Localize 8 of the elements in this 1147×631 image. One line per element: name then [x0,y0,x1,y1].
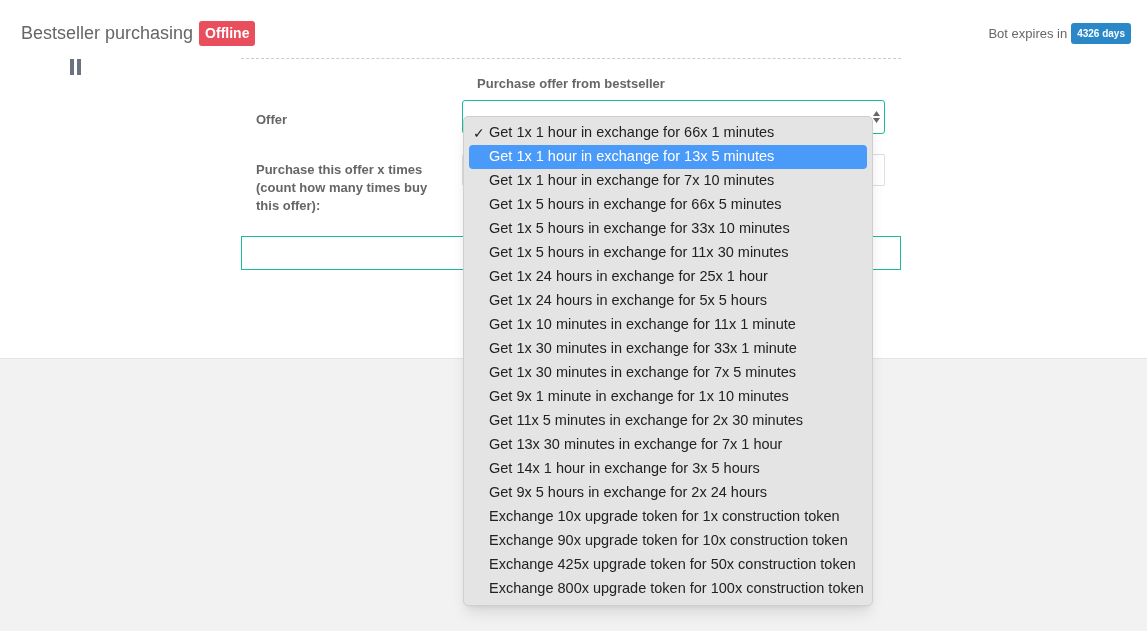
times-label: Purchase this offer x times (count how many times buy this offer): [256,160,429,215]
status-badge: Offline [199,21,256,46]
expiry-label: Bot expires in [988,24,1068,43]
expiry-badge: 4326 days [1071,23,1131,44]
offer-label: Offer [256,110,289,129]
page-title: Bestseller purchasing [21,22,194,45]
form-heading: Purchase offer from bestseller [476,75,666,93]
check-icon: ✓ [473,122,485,144]
